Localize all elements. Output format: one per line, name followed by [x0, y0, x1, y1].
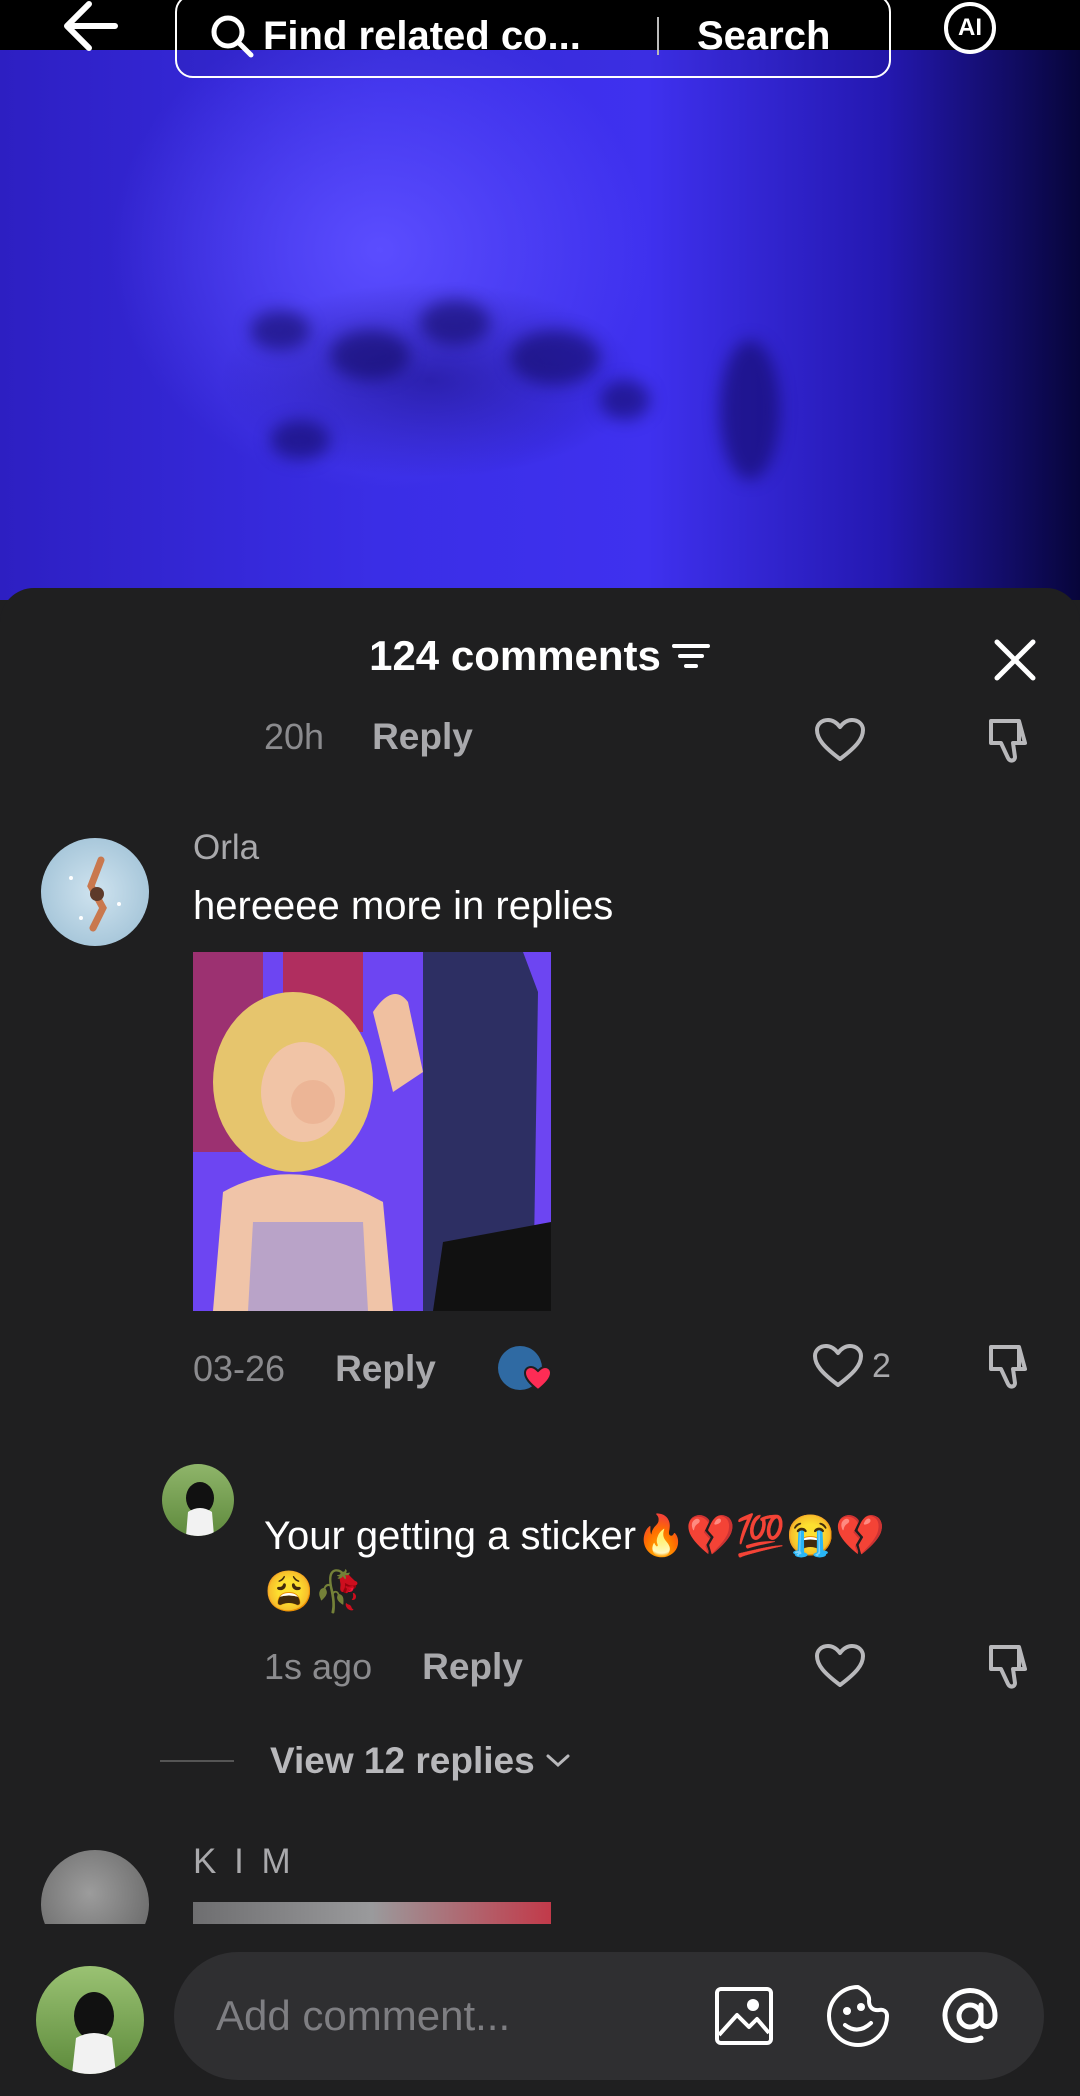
- concert-photo-image: [193, 952, 551, 1311]
- chevron-down-icon: [546, 1754, 570, 1768]
- avatar[interactable]: [41, 1850, 149, 1926]
- image-icon[interactable]: [704, 1976, 784, 2056]
- close-icon: [994, 639, 1036, 681]
- avatar-diver-image: [69, 856, 121, 932]
- back-arrow-icon: [64, 1, 118, 51]
- like-button[interactable]: [812, 1638, 868, 1694]
- comment-meta-row: 1s ago Reply: [264, 1646, 523, 1688]
- heart-icon: [815, 1644, 865, 1687]
- search-icon: [207, 11, 257, 61]
- reply-button[interactable]: Reply: [372, 716, 473, 758]
- reply-text-line2: 😩🥀: [264, 1570, 364, 1614]
- video-background[interactable]: [0, 0, 1080, 600]
- comment-image[interactable]: [193, 1902, 551, 1926]
- comment-meta-row: 03-26 Reply: [193, 1346, 554, 1392]
- comment-input-placeholder[interactable]: Add comment...: [216, 1992, 666, 2040]
- thumbs-down-icon: [989, 719, 1027, 763]
- mention-icon[interactable]: [930, 1976, 1010, 2056]
- comment-username[interactable]: Orla: [193, 828, 259, 868]
- avatar-person-image: [186, 1482, 214, 1536]
- comment-meta-row: 20h Reply: [264, 716, 473, 758]
- thumbs-down-icon: [989, 1345, 1027, 1389]
- comment-image[interactable]: [193, 952, 551, 1311]
- my-avatar[interactable]: [36, 1966, 144, 2074]
- search-bar[interactable]: Find related co... Search: [175, 0, 891, 78]
- comments-count: 124 comments: [369, 632, 661, 679]
- heart-filled-icon: [523, 1366, 552, 1392]
- comment-partial: K I M: [0, 1830, 1080, 1926]
- avatar-person-image: [72, 1992, 116, 2074]
- comments-title: 124 comments: [0, 632, 1080, 680]
- comment-time: 20h: [264, 716, 325, 757]
- reply-button[interactable]: Reply: [335, 1348, 436, 1390]
- comment-text: hereeee more in replies: [193, 884, 614, 928]
- comment-composer: Add comment...: [0, 1924, 1080, 2096]
- comment-time: 1s ago: [264, 1646, 373, 1687]
- search-divider: [657, 17, 659, 55]
- dislike-button[interactable]: [982, 1338, 1038, 1394]
- close-button[interactable]: [985, 630, 1045, 690]
- divider: [160, 1760, 234, 1762]
- search-button[interactable]: Search: [697, 14, 830, 59]
- comment-input[interactable]: Add comment...: [174, 1952, 1044, 2080]
- ai-button[interactable]: AI: [938, 2, 1002, 54]
- like-button[interactable]: 2: [812, 1338, 916, 1394]
- view-replies-label: View 12 replies: [270, 1740, 535, 1781]
- search-input[interactable]: Find related co...: [263, 14, 643, 59]
- reply-avatar[interactable]: [162, 1464, 234, 1536]
- creator-liked-badge: [497, 1346, 554, 1392]
- sort-filter-icon[interactable]: [671, 641, 711, 671]
- heart-icon: [815, 718, 865, 761]
- reply-button[interactable]: Reply: [422, 1646, 523, 1688]
- dislike-button[interactable]: [982, 712, 1038, 768]
- like-count: 2: [872, 1346, 891, 1385]
- ai-badge: AI: [944, 2, 996, 54]
- sheet-header: 124 comments: [0, 588, 1080, 718]
- dislike-button[interactable]: [982, 1638, 1038, 1694]
- reply-text-line1: Your getting a sticker🔥💔💯😭💔: [264, 1514, 886, 1558]
- thumbs-down-icon: [989, 1645, 1027, 1689]
- avatar[interactable]: [41, 838, 149, 946]
- back-button[interactable]: [60, 0, 120, 52]
- view-replies-button[interactable]: View 12 replies: [160, 1740, 571, 1782]
- like-button[interactable]: [812, 712, 868, 768]
- sticker-icon[interactable]: [818, 1976, 898, 2056]
- comment-time: 03-26: [193, 1348, 286, 1389]
- heart-icon: [813, 1344, 863, 1387]
- comment-username[interactable]: K I M: [193, 1842, 295, 1882]
